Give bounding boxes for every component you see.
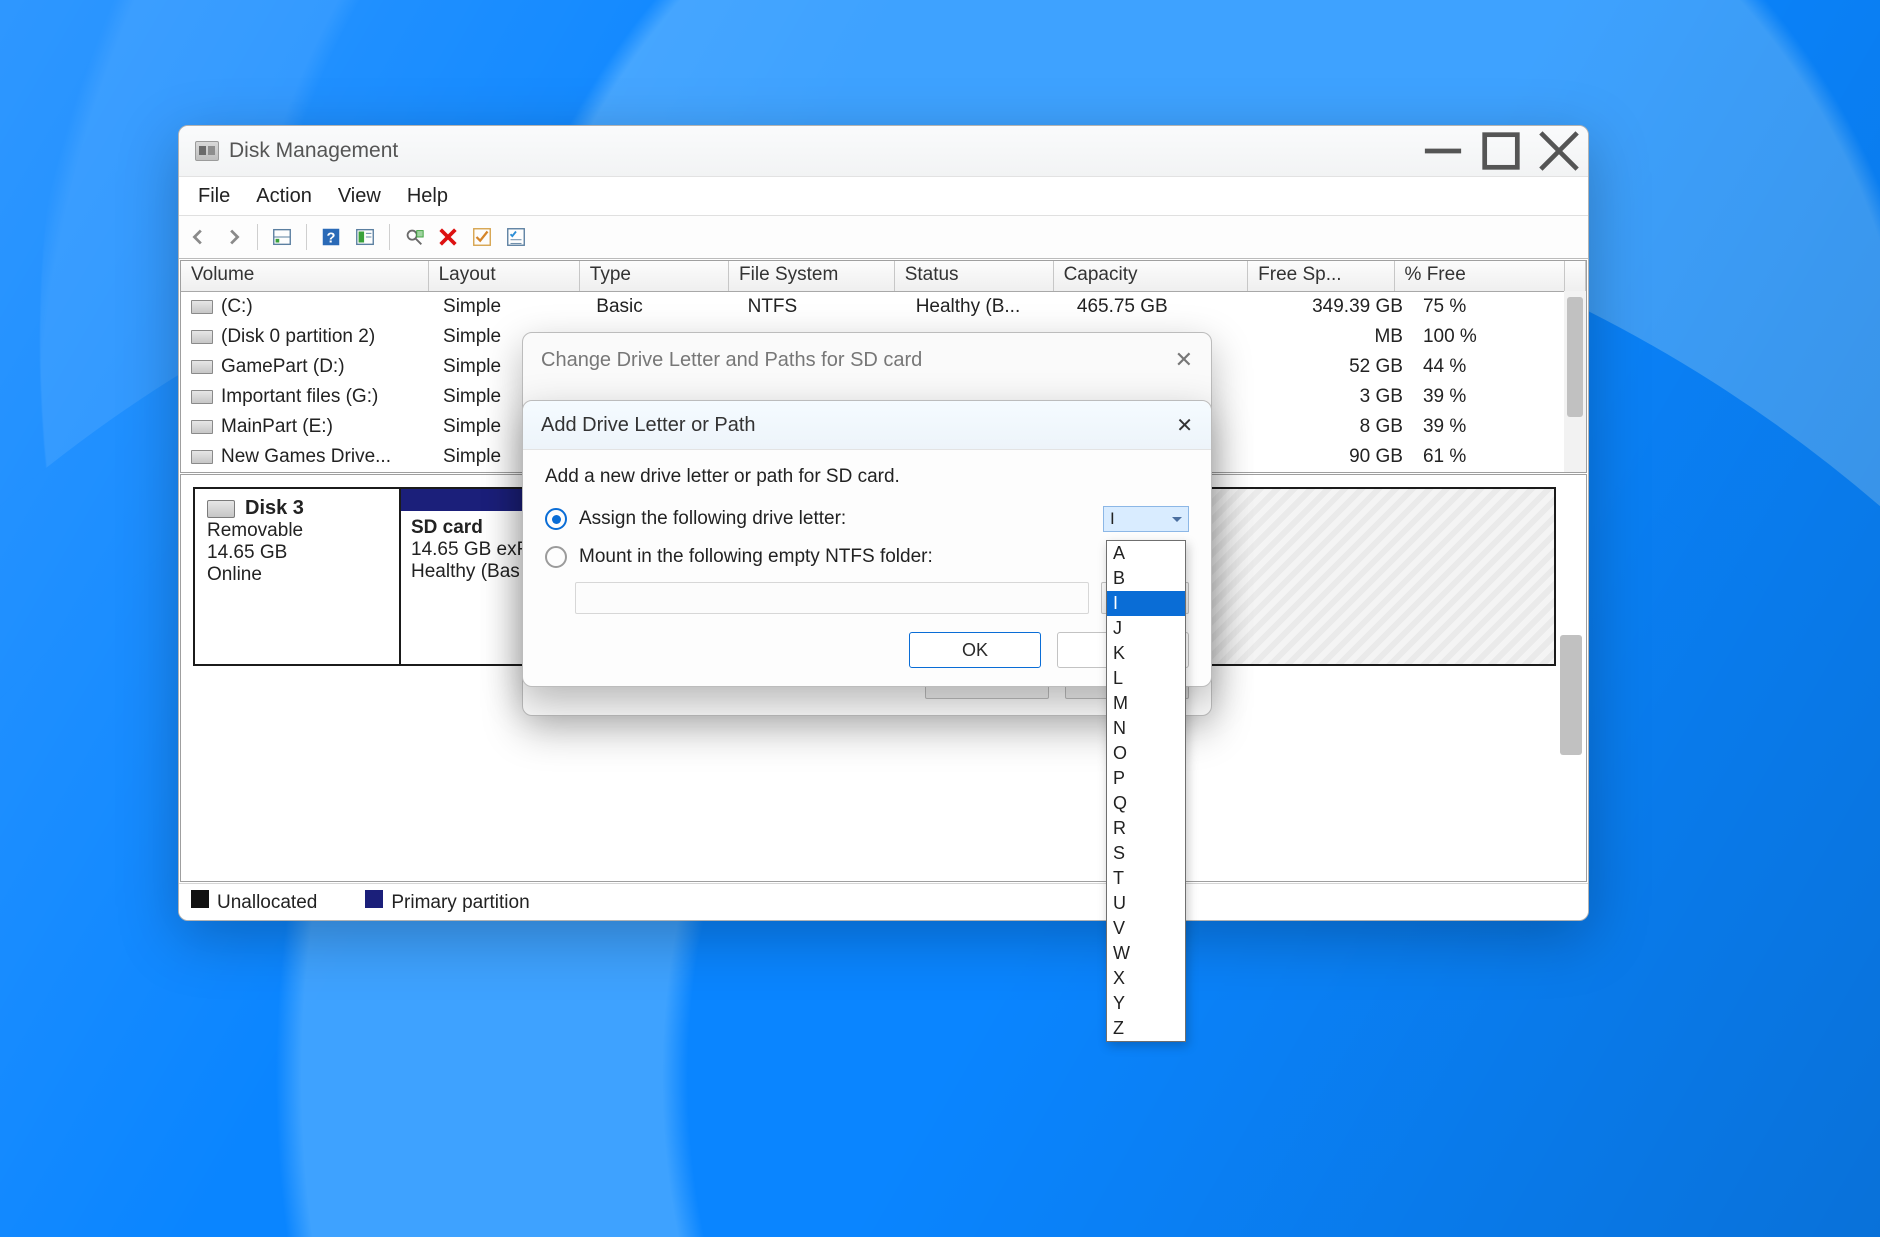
letter-option[interactable]: P xyxy=(1107,766,1185,791)
check-icon[interactable] xyxy=(466,221,498,253)
maximize-button[interactable] xyxy=(1472,126,1530,176)
letter-option[interactable]: I xyxy=(1107,591,1185,616)
list-check-icon[interactable] xyxy=(500,221,532,253)
col-free-space[interactable]: Free Sp... xyxy=(1248,261,1394,291)
legend: Unallocated Primary partition xyxy=(179,883,1588,920)
find-icon[interactable] xyxy=(398,221,430,253)
volume-icon xyxy=(191,300,213,314)
minimize-button[interactable] xyxy=(1414,126,1472,176)
dialog2-title: Add Drive Letter or Path xyxy=(541,414,756,437)
graph-scrollbar[interactable] xyxy=(1560,635,1582,755)
col-type[interactable]: Type xyxy=(580,261,729,291)
app-icon xyxy=(195,141,219,161)
letter-option[interactable]: R xyxy=(1107,816,1185,841)
column-headers: Volume Layout Type File System Status Ca… xyxy=(181,261,1586,292)
drive-letter-dropdown[interactable]: ABIJKLMNOPQRSTUVWXYZ xyxy=(1106,540,1186,1042)
window-title: Disk Management xyxy=(229,139,398,163)
panels2-icon[interactable] xyxy=(349,221,381,253)
disk-icon xyxy=(207,500,235,518)
col-status[interactable]: Status xyxy=(895,261,1054,291)
disk-header: Disk 3 Removable 14.65 GB Online xyxy=(195,489,401,664)
label-assign-letter: Assign the following drive letter: xyxy=(579,508,846,530)
menubar: File Action View Help xyxy=(179,177,1588,216)
mount-path-input[interactable] xyxy=(575,582,1089,614)
letter-option[interactable]: V xyxy=(1107,916,1185,941)
menu-action[interactable]: Action xyxy=(243,181,325,212)
letter-option[interactable]: S xyxy=(1107,841,1185,866)
dialog2-ok-button[interactable]: OK xyxy=(909,632,1041,668)
letter-option[interactable]: L xyxy=(1107,666,1185,691)
volume-icon xyxy=(191,450,213,464)
volume-icon xyxy=(191,330,213,344)
letter-option[interactable]: W xyxy=(1107,941,1185,966)
swatch-unallocated xyxy=(191,890,209,908)
dialog1-close-icon[interactable]: ✕ xyxy=(1175,347,1193,373)
radio-mount-folder[interactable] xyxy=(545,546,567,568)
swatch-primary xyxy=(365,890,383,908)
col-volume[interactable]: Volume xyxy=(181,261,429,291)
letter-option[interactable]: B xyxy=(1107,566,1185,591)
close-button[interactable] xyxy=(1530,126,1588,176)
volume-icon xyxy=(191,420,213,434)
letter-option[interactable]: U xyxy=(1107,891,1185,916)
volume-row[interactable]: (C:)SimpleBasicNTFSHealthy (B...465.75 G… xyxy=(181,292,1586,322)
letter-option[interactable]: Q xyxy=(1107,791,1185,816)
letter-option[interactable]: K xyxy=(1107,641,1185,666)
letter-option[interactable]: Z xyxy=(1107,1016,1185,1041)
list-scrollbar[interactable] xyxy=(1564,291,1586,472)
back-icon[interactable] xyxy=(183,221,215,253)
menu-file[interactable]: File xyxy=(185,181,243,212)
dialog2-close-icon[interactable]: ✕ xyxy=(1176,413,1193,438)
toolbar: ? xyxy=(179,216,1588,259)
forward-icon[interactable] xyxy=(217,221,249,253)
letter-option[interactable]: N xyxy=(1107,716,1185,741)
col-layout[interactable]: Layout xyxy=(429,261,580,291)
volume-icon xyxy=(191,390,213,404)
col-pct-free[interactable]: % Free xyxy=(1395,261,1565,291)
drive-letter-combo[interactable]: I xyxy=(1103,506,1189,532)
titlebar[interactable]: Disk Management xyxy=(179,126,1588,177)
letter-option[interactable]: A xyxy=(1107,541,1185,566)
menu-help[interactable]: Help xyxy=(394,181,461,212)
letter-option[interactable]: J xyxy=(1107,616,1185,641)
menu-view[interactable]: View xyxy=(325,181,394,212)
dialog1-title: Change Drive Letter and Paths for SD car… xyxy=(541,349,922,372)
label-mount-folder: Mount in the following empty NTFS folder… xyxy=(579,546,933,568)
letter-option[interactable]: Y xyxy=(1107,991,1185,1016)
radio-assign-letter[interactable] xyxy=(545,508,567,530)
letter-option[interactable]: O xyxy=(1107,741,1185,766)
help-icon[interactable]: ? xyxy=(315,221,347,253)
dialog2-message: Add a new drive letter or path for SD ca… xyxy=(545,466,1189,488)
col-file-system[interactable]: File System xyxy=(729,261,895,291)
volume-icon xyxy=(191,360,213,374)
letter-option[interactable]: T xyxy=(1107,866,1185,891)
col-capacity[interactable]: Capacity xyxy=(1054,261,1249,291)
letter-option[interactable]: M xyxy=(1107,691,1185,716)
letter-option[interactable]: X xyxy=(1107,966,1185,991)
delete-icon[interactable] xyxy=(432,221,464,253)
svg-text:?: ? xyxy=(327,231,336,247)
panels-icon[interactable] xyxy=(266,221,298,253)
